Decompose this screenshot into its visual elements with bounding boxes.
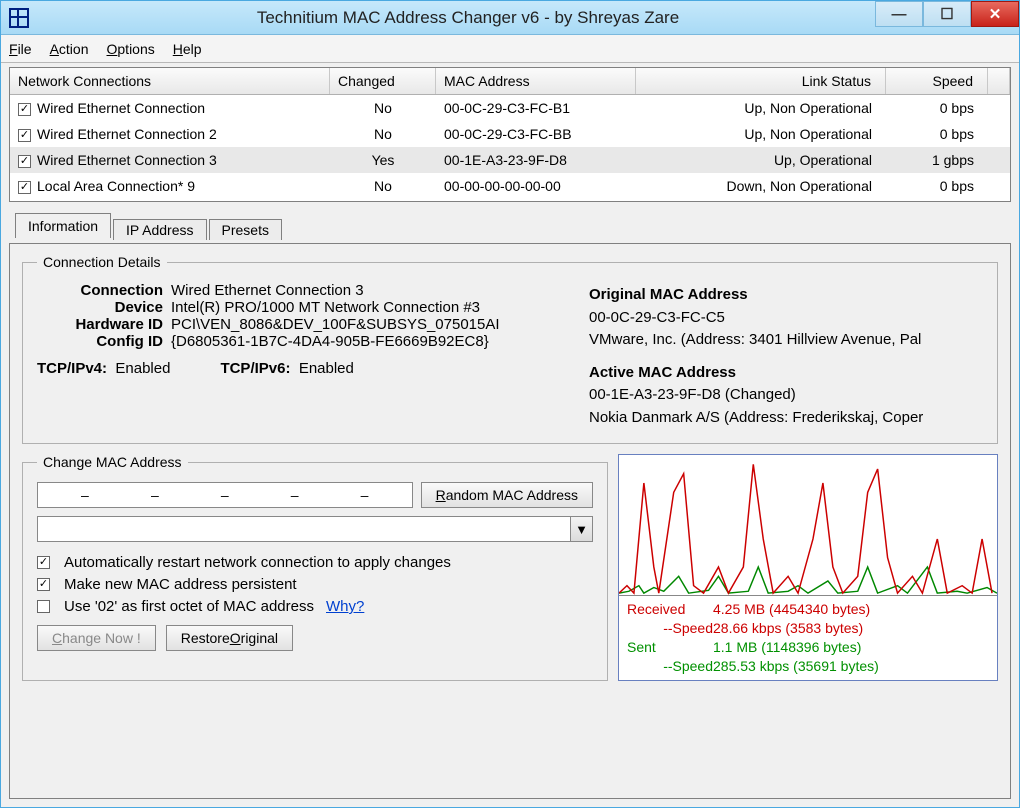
traffic-stats: Received 4.25 MB (4454340 bytes) --Speed… xyxy=(619,595,997,680)
active-mac-vendor: Nokia Danmark A/S (Address: Frederikskaj… xyxy=(589,407,983,430)
orig-mac-header: Original MAC Address xyxy=(589,284,983,307)
change-mac-legend: Change MAC Address xyxy=(37,454,188,470)
content-area: Network Connections Changed MAC Address … xyxy=(1,63,1019,807)
menu-action[interactable]: Action xyxy=(50,41,89,57)
auto-restart-checkbox[interactable] xyxy=(37,556,50,569)
tab-presets[interactable]: Presets xyxy=(209,219,282,240)
detail-device: Intel(R) PRO/1000 MT Network Connection … xyxy=(171,299,480,316)
col-link[interactable]: Link Status xyxy=(636,68,886,94)
traffic-graph xyxy=(619,455,997,595)
tabs: Information IP Address Presets xyxy=(15,212,1011,237)
connection-details-legend: Connection Details xyxy=(37,254,167,270)
table-row[interactable]: Wired Ethernet Connection 3Yes00-1E-A3-2… xyxy=(10,147,1010,173)
maximize-button[interactable]: ☐ xyxy=(923,1,971,27)
persistent-label: Make new MAC address persistent xyxy=(64,576,297,593)
minimize-button[interactable]: — xyxy=(875,1,923,27)
tab-ip-address[interactable]: IP Address xyxy=(113,219,206,240)
orig-mac-value: 00-0C-29-C3-FC-C5 xyxy=(589,307,983,330)
mac-input[interactable]: ––––– xyxy=(37,482,413,508)
use02-checkbox[interactable] xyxy=(37,600,50,613)
app-window: Technitium MAC Address Changer v6 - by S… xyxy=(0,0,1020,808)
detail-config-id: {D6805361-1B7C-4DA4-905B-FE6669B92EC8} xyxy=(171,333,489,350)
change-now-button[interactable]: Change Now ! xyxy=(37,625,156,651)
received-label: Received xyxy=(627,600,713,619)
col-mac[interactable]: MAC Address xyxy=(436,68,636,94)
close-button[interactable]: ✕ xyxy=(971,1,1019,27)
sent-value: 1.1 MB (1148396 bytes) xyxy=(713,638,989,657)
app-icon xyxy=(9,8,29,28)
received-value: 4.25 MB (4454340 bytes) xyxy=(713,600,989,619)
sspeed-value: 285.53 kbps (35691 bytes) xyxy=(713,657,989,676)
vendor-combo[interactable]: ▼ xyxy=(37,516,593,542)
connections-table: Network Connections Changed MAC Address … xyxy=(9,67,1011,202)
table-row[interactable]: Wired Ethernet ConnectionNo00-0C-29-C3-F… xyxy=(10,95,1010,121)
window-controls: — ☐ ✕ xyxy=(875,1,1019,27)
persistent-checkbox[interactable] xyxy=(37,578,50,591)
menubar: File Action Options Help xyxy=(1,35,1019,63)
window-title: Technitium MAC Address Changer v6 - by S… xyxy=(37,8,1019,28)
menu-help[interactable]: Help xyxy=(173,41,202,57)
tab-page-information: Connection Details ConnectionWired Ether… xyxy=(9,243,1011,799)
rspeed-label: --Speed xyxy=(627,619,713,638)
auto-restart-label: Automatically restart network connection… xyxy=(64,554,451,571)
col-speed[interactable]: Speed xyxy=(886,68,988,94)
why-link[interactable]: Why? xyxy=(326,598,364,615)
chevron-down-icon[interactable]: ▼ xyxy=(570,517,592,541)
detail-tcpip6: Enabled xyxy=(299,360,354,377)
row-checkbox[interactable] xyxy=(18,155,31,168)
use02-label: Use '02' as first octet of MAC address xyxy=(64,598,314,615)
row-checkbox[interactable] xyxy=(18,103,31,116)
active-mac-value: 00-1E-A3-23-9F-D8 (Changed) xyxy=(589,384,983,407)
sspeed-label: --Speed xyxy=(627,657,713,676)
orig-mac-vendor: VMware, Inc. (Address: 3401 Hillview Ave… xyxy=(589,329,983,352)
active-mac-header: Active MAC Address xyxy=(589,362,983,385)
change-mac-group: Change MAC Address ––––– Random MAC Addr… xyxy=(22,454,608,681)
col-name[interactable]: Network Connections xyxy=(10,68,330,94)
tab-information[interactable]: Information xyxy=(15,213,111,238)
connection-details-group: Connection Details ConnectionWired Ether… xyxy=(22,254,998,444)
row-checkbox[interactable] xyxy=(18,129,31,142)
rspeed-value: 28.66 kbps (3583 bytes) xyxy=(713,619,989,638)
detail-connection: Wired Ethernet Connection 3 xyxy=(171,282,364,299)
sent-label: Sent xyxy=(627,638,713,657)
detail-hardware-id: PCI\VEN_8086&DEV_100F&SUBSYS_075015AI xyxy=(171,316,500,333)
row-checkbox[interactable] xyxy=(18,181,31,194)
detail-tcpip4: Enabled xyxy=(115,360,170,377)
traffic-graph-panel: Received 4.25 MB (4454340 bytes) --Speed… xyxy=(618,454,998,681)
table-row[interactable]: Local Area Connection* 9No00-00-00-00-00… xyxy=(10,173,1010,199)
table-row[interactable]: Wired Ethernet Connection 2No00-0C-29-C3… xyxy=(10,121,1010,147)
titlebar[interactable]: Technitium MAC Address Changer v6 - by S… xyxy=(1,1,1019,35)
table-body: Wired Ethernet ConnectionNo00-0C-29-C3-F… xyxy=(10,95,1010,201)
col-changed[interactable]: Changed xyxy=(330,68,436,94)
random-mac-button[interactable]: Random MAC Address xyxy=(421,482,593,508)
table-header: Network Connections Changed MAC Address … xyxy=(10,68,1010,95)
restore-original-button[interactable]: Restore Original xyxy=(166,625,293,651)
menu-options[interactable]: Options xyxy=(107,41,155,57)
menu-file[interactable]: File xyxy=(9,41,32,57)
